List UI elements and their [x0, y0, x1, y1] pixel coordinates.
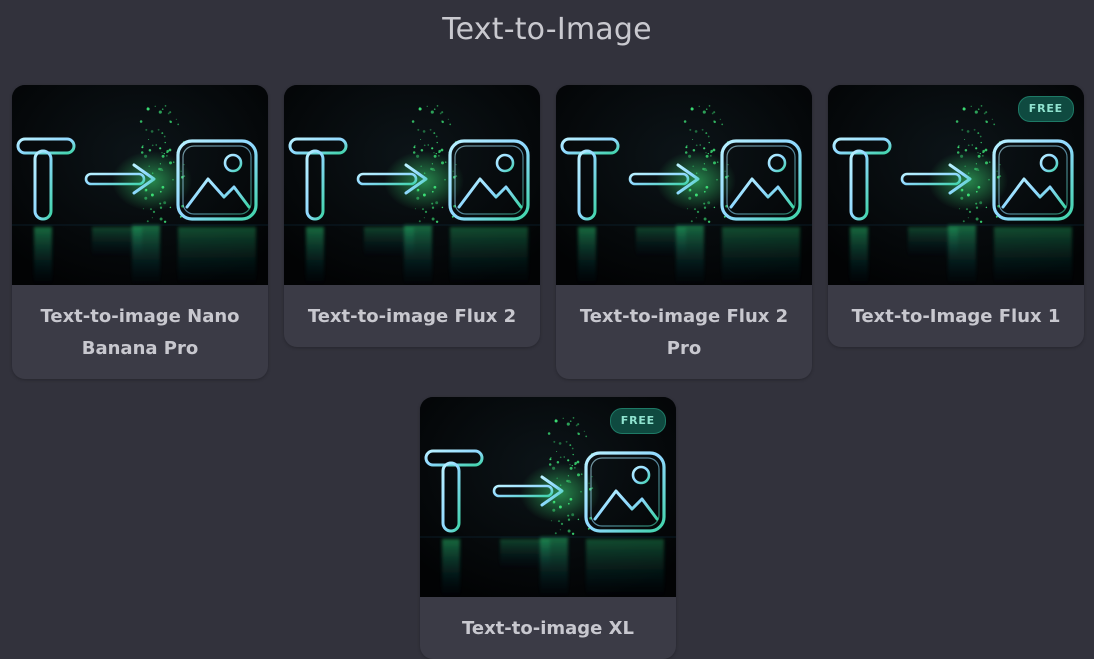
model-card-flux-1[interactable]: FREE Text-to-Image Flux 1: [828, 85, 1084, 347]
card-thumbnail: FREE: [420, 397, 676, 597]
free-badge: FREE: [1017, 96, 1074, 122]
model-card-flux-2-pro[interactable]: Text-to-image Flux 2 Pro: [556, 85, 812, 379]
card-title: Text-to-Image Flux 1: [851, 306, 1061, 327]
text-to-image-icon: [12, 85, 268, 285]
card-title: Text-to-image Nano Banana Pro: [40, 306, 240, 359]
model-card-xl[interactable]: FREE Text-to-image XL: [420, 397, 676, 659]
card-title: Text-to-image Flux 2 Pro: [579, 306, 789, 359]
card-title: Text-to-image Flux 2: [307, 306, 517, 327]
text-to-image-icon: [556, 85, 812, 285]
model-card-nano-banana-pro[interactable]: Text-to-image Nano Banana Pro: [12, 85, 268, 379]
card-title: Text-to-image XL: [461, 618, 634, 639]
card-thumbnail: FREE: [828, 85, 1084, 285]
page-title: Text-to-Image: [442, 12, 652, 47]
model-card-flux-2[interactable]: Text-to-image Flux 2: [284, 85, 540, 347]
card-thumbnail: [556, 85, 812, 285]
text-to-image-icon: [284, 85, 540, 285]
free-badge: FREE: [609, 408, 666, 434]
card-thumbnail: [12, 85, 268, 285]
card-thumbnail: [284, 85, 540, 285]
